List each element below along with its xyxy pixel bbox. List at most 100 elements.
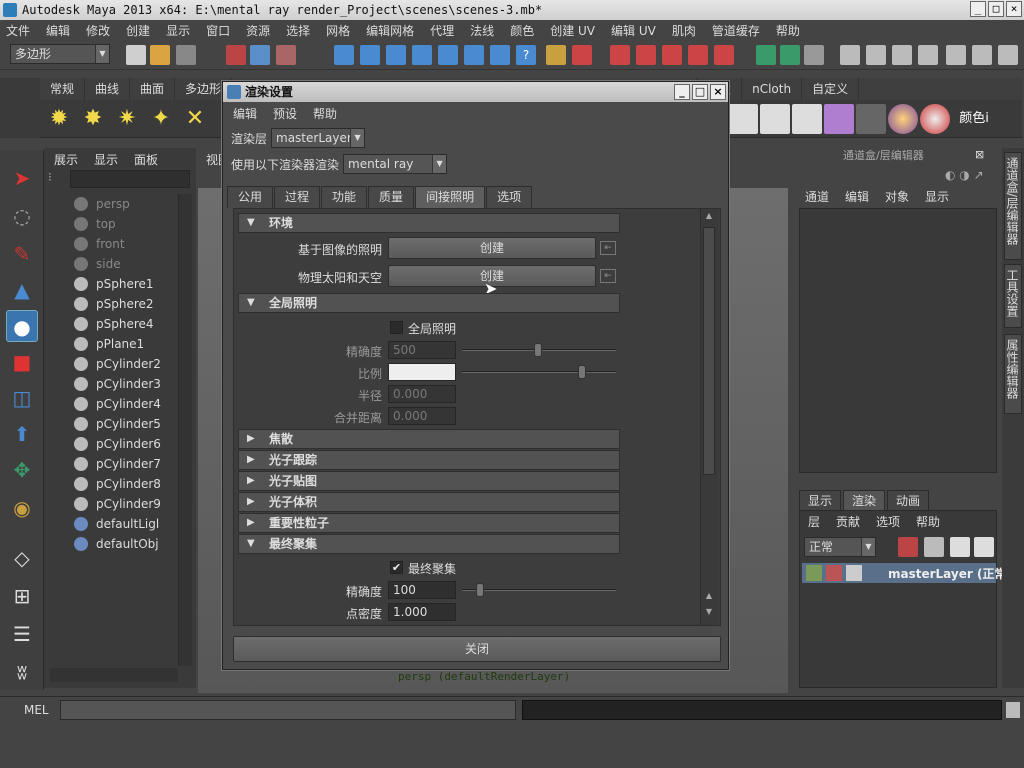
select-object-icon[interactable] — [250, 45, 270, 65]
gi-radius-field[interactable]: 0.000 — [388, 385, 456, 403]
render-settings-icon[interactable] — [804, 45, 824, 65]
section-photon-map[interactable]: ▶ 光子贴图 — [238, 471, 620, 491]
select-tool-icon[interactable]: ➤ — [6, 162, 38, 194]
dialog-menu-help[interactable]: 帮助 — [313, 105, 337, 122]
tab-indirect-lighting[interactable]: 间接照明 — [415, 186, 486, 208]
section-global-illumination[interactable]: ▼ 全局照明 — [238, 293, 620, 313]
menu-mesh[interactable]: 网格 — [326, 22, 350, 39]
section-photon-volume[interactable]: ▶ 光子体积 — [238, 492, 620, 512]
filter-icon[interactable]: ⁝ — [48, 170, 66, 188]
script-editor-icon[interactable] — [1006, 702, 1020, 718]
channel-box-menu-channels[interactable]: 通道 — [805, 186, 829, 208]
outliner-item[interactable]: pCylinder6 — [74, 434, 161, 454]
tab-quality[interactable]: 质量 — [368, 186, 415, 208]
menu-assets[interactable]: 资源 — [246, 22, 270, 39]
shelf-tab-ncloth[interactable]: nCloth — [742, 78, 803, 100]
material-ball-icon[interactable] — [888, 104, 918, 134]
menu-edit-uv[interactable]: 编辑 UV — [611, 22, 656, 39]
side-tab-channel-box[interactable]: 通道盒/层编辑器 — [1004, 152, 1022, 260]
outliner-item[interactable]: pSphere4 — [74, 314, 154, 334]
snap-live-icon[interactable] — [490, 45, 510, 65]
snap-point-icon[interactable] — [386, 45, 406, 65]
section-importons[interactable]: ▶ 重要性粒子 — [238, 513, 620, 533]
clapper-icon[interactable] — [846, 565, 862, 581]
attribute-editor-toggle-icon[interactable] — [972, 45, 992, 65]
scroll-thumb[interactable] — [703, 227, 715, 475]
channel-box-menu-show[interactable]: 显示 — [925, 186, 949, 208]
shelf-tab-surfaces[interactable]: 曲面 — [130, 78, 176, 100]
select-hierarchy-icon[interactable] — [226, 45, 246, 65]
snap-vertex-icon[interactable] — [464, 45, 484, 65]
menu-select[interactable]: 选择 — [286, 22, 310, 39]
gi-scale-color-swatch[interactable] — [388, 363, 456, 381]
outliner-vertical-scrollbar[interactable] — [178, 194, 192, 666]
section-caustics[interactable]: ▶ 焦散 — [238, 429, 620, 449]
spot-light-icon[interactable]: ✦ — [146, 104, 176, 134]
panel-close-icon[interactable]: ⊠ — [975, 148, 995, 162]
scroll-up-arrow-icon[interactable]: ▲ — [703, 591, 715, 603]
show-manipulator-icon[interactable]: ✥ — [6, 454, 38, 486]
gi-scale-slider[interactable] — [462, 365, 616, 379]
dialog-menu-edit[interactable]: 编辑 — [233, 105, 257, 122]
fg-checkbox[interactable]: ✔ — [390, 561, 403, 574]
menu-edit[interactable]: 编辑 — [46, 22, 70, 39]
channel-box-mode-icons[interactable]: ◐ ◑ ↗ — [945, 168, 995, 184]
section-final-gathering[interactable]: ▼ 最终聚集 — [238, 534, 620, 554]
gi-merge-field[interactable]: 0.000 — [388, 407, 456, 425]
help-icon[interactable]: ? — [516, 45, 536, 65]
layer-menu-options[interactable]: 选项 — [876, 511, 900, 533]
gi-checkbox[interactable] — [390, 321, 403, 334]
tab-passes[interactable]: 过程 — [274, 186, 321, 208]
side-tab-tool-settings[interactable]: 工具设置 — [1004, 264, 1022, 328]
layer-tab-display[interactable]: 显示 — [799, 490, 842, 510]
input-ops-icon[interactable] — [572, 45, 592, 65]
layer-options-icon[interactable] — [950, 537, 970, 557]
magnet-point-icon[interactable] — [662, 45, 682, 65]
ipr-render-icon[interactable] — [780, 45, 800, 65]
point-density-field[interactable]: 1.000 — [388, 603, 456, 621]
dialog-minimize-button[interactable]: _ — [674, 84, 690, 100]
slider-handle[interactable] — [476, 583, 484, 597]
menu-normals[interactable]: 法线 — [470, 22, 494, 39]
batch-render-icon[interactable] — [760, 104, 790, 134]
rotate-tool-icon[interactable]: ● — [6, 310, 38, 342]
gi-accuracy-field[interactable]: 500 — [388, 341, 456, 359]
layer-menu-layers[interactable]: 层 — [808, 511, 820, 533]
outliner-menu-display[interactable]: 显示 — [94, 151, 118, 168]
directional-light-icon[interactable]: ✸ — [78, 104, 108, 134]
save-scene-icon[interactable] — [176, 45, 196, 65]
menu-edit-mesh[interactable]: 编辑网格 — [366, 22, 414, 39]
map-link-icon[interactable]: ⇤ — [600, 241, 616, 255]
menu-display[interactable]: 显示 — [166, 22, 190, 39]
map-link-icon[interactable]: ⇤ — [600, 269, 616, 283]
outliner-item[interactable]: pCylinder4 — [74, 394, 161, 414]
recycle-icon[interactable] — [826, 565, 842, 581]
dialog-scrollbar[interactable]: ▲ ▲ ▼ — [700, 209, 718, 625]
move-tool-icon[interactable]: ▲ — [6, 274, 38, 306]
paint-select-tool-icon[interactable]: ✎ — [6, 238, 38, 270]
magnet-view-icon[interactable] — [688, 45, 708, 65]
outliner-item[interactable]: pSphere2 — [74, 294, 154, 314]
render-layer-icon[interactable] — [792, 104, 822, 134]
panel-layout-icon[interactable] — [918, 45, 938, 65]
dialog-title-bar[interactable]: 渲染设置 _ □ × — [223, 82, 728, 102]
menu-muscle[interactable]: 肌肉 — [672, 22, 696, 39]
ambient-light-icon[interactable]: ✷ — [112, 104, 142, 134]
menu-create-uv[interactable]: 创建 UV — [550, 22, 595, 39]
side-tab-attribute-editor[interactable]: 属性编辑器 — [1004, 334, 1022, 414]
gi-accuracy-slider[interactable] — [462, 343, 616, 357]
channel-box-menu-object[interactable]: 对象 — [885, 186, 909, 208]
magnet-icon[interactable] — [610, 45, 630, 65]
menu-help[interactable]: 帮助 — [776, 22, 800, 39]
menu-file[interactable]: 文件 — [6, 22, 30, 39]
last-tool-icon[interactable]: ◉ — [6, 492, 38, 524]
snap-surface-icon[interactable] — [438, 45, 458, 65]
render-toggle-icon[interactable] — [806, 565, 822, 581]
close-button[interactable]: × — [1006, 1, 1022, 17]
outliner-item[interactable]: defaultObj — [74, 534, 159, 554]
snap-curve-icon[interactable] — [360, 45, 380, 65]
graph-editor-icon[interactable] — [866, 45, 886, 65]
paint-brush-icon[interactable] — [920, 104, 950, 134]
outliner-menu-panels[interactable]: 面板 — [134, 151, 158, 168]
outliner-item[interactable]: pCylinder8 — [74, 474, 161, 494]
